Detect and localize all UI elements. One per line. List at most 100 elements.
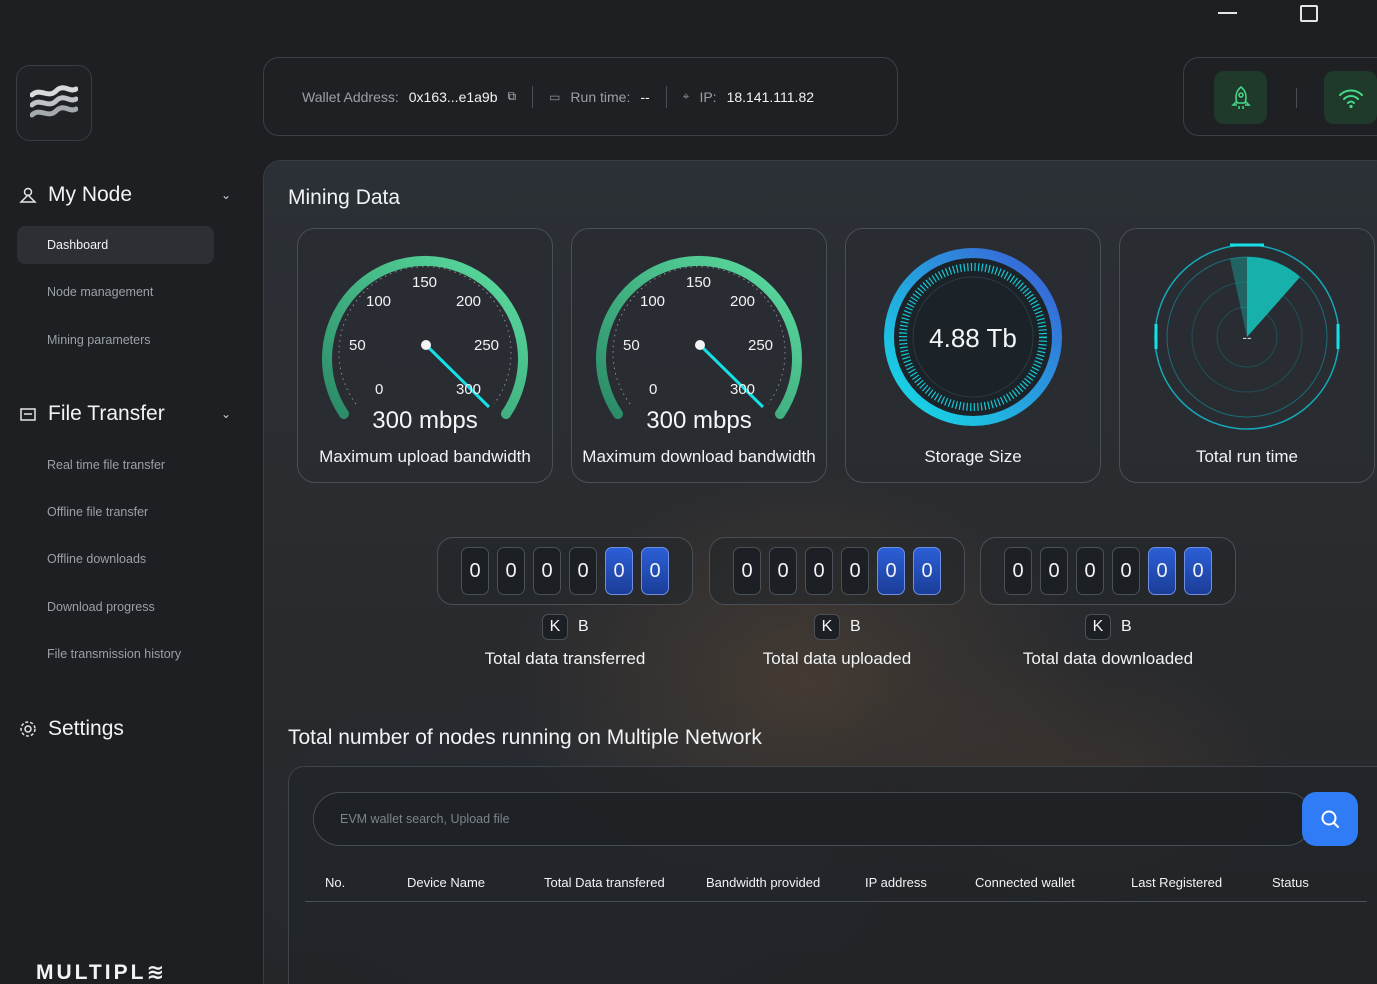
gauge-tick-label: 200 [456,293,481,310]
status-panel [1183,57,1377,136]
upload-speed-gauge: 0 50 100 150 200 250 300 [322,255,528,419]
nav-section-my-node[interactable]: My Node ⌄ [18,183,233,207]
unit-b: B [578,618,589,635]
gauge-tick-label: 200 [730,293,755,310]
window-maximize-button[interactable] [1300,5,1318,22]
nav-section-label: My Node [48,183,133,206]
runtime-value: -- [640,88,650,105]
column-header[interactable]: Bandwidth provided [706,875,820,890]
nodes-table-panel: No. Device Name Total Data transfered Ba… [288,766,1377,984]
clock-icon: ▭ [549,89,561,104]
app-logo [16,65,92,141]
network-status-button[interactable] [1324,71,1377,124]
gauge-tick-label: 50 [623,337,640,354]
data-downloaded-caption: Total data downloaded [1022,649,1194,668]
window-minimize-button[interactable] [1218,12,1237,14]
search-icon [1321,810,1339,828]
column-header[interactable]: No. [325,875,345,890]
ip-value: 18.141.111.82 [726,88,815,105]
upload-bandwidth-caption: Maximum upload bandwidth [319,447,531,466]
counter-digit: 0 [461,547,489,595]
gauge-tick-label: 250 [748,337,773,354]
node-icon [18,185,38,205]
data-transferred-unit: K B [542,614,589,640]
brand-text: MULTIPL [36,961,147,984]
rocket-status-button[interactable] [1214,71,1267,124]
nav-item-download-progress[interactable]: Download progress [17,588,214,626]
column-header[interactable]: Last Registered [1131,875,1222,890]
gauge-tick-label: 100 [366,293,391,310]
counter-digit: 0 [533,547,561,595]
run-time-value: -- [1242,329,1252,345]
column-header[interactable]: Status [1272,875,1309,890]
gauge-tick-label: 100 [640,293,665,310]
folder-icon [18,404,38,424]
wifi-icon [1338,89,1363,108]
ip-label: IP: [699,88,717,105]
download-bandwidth-card: 0 50 100 150 200 250 300 300 mbps Maximu… [571,228,827,483]
gear-icon [18,719,38,739]
wallet-search-input[interactable] [340,812,1240,826]
data-uploaded-caption: Total data uploaded [762,649,912,668]
runtime-label: Run time: [570,88,631,105]
counter-digit: 0 [1076,547,1104,595]
gauge-tick-label: 0 [649,381,657,398]
nav-item-offline-file-transfer[interactable]: Offline file transfer [17,493,214,531]
counter-digit: 0 [733,547,761,595]
data-downloaded-unit: K B [1085,614,1132,640]
counter-digit: 0 [913,547,941,595]
data-transferred-counter: 0 0 0 0 0 0 [437,537,693,605]
search-button[interactable] [1302,792,1358,846]
location-pin-icon: ⌖ [682,89,690,103]
storage-size-value: 4.88 Tb [929,323,1017,353]
nav-item-real-time-file-transfer[interactable]: Real time file transfer [17,446,214,484]
counter-digit: 0 [641,547,669,595]
column-header[interactable]: Total Data transfered [544,875,665,890]
wallet-label: Wallet Address: [302,88,399,105]
data-uploaded-unit: K B [814,614,861,640]
nav-section-settings[interactable]: Settings [18,717,233,741]
counter-digit: 0 [1148,547,1176,595]
run-time-caption: Total run time [1195,447,1299,466]
nav-item-offline-downloads[interactable]: Offline downloads [17,540,214,578]
counter-digit: 0 [497,547,525,595]
nav-item-mining-parameters[interactable]: Mining parameters [17,321,214,359]
table-header: No. Device Name Total Data transfered Ba… [305,862,1367,902]
column-header[interactable]: IP address [865,875,927,890]
counter-digit: 0 [841,547,869,595]
gauge-tick-label: 150 [686,274,711,291]
divider [532,85,534,108]
total-run-time-card: -- Total run time [1119,228,1375,483]
brand-wordmark: MULTIPL≋ [36,960,167,984]
gauge-tick-label: 150 [412,274,437,291]
copy-icon[interactable]: ⧉ [508,89,517,104]
counter-digit: 0 [1112,547,1140,595]
mining-data-title: Mining Data [288,186,401,209]
data-uploaded-counter: 0 0 0 0 0 0 [709,537,965,605]
nav-section-file-transfer[interactable]: File Transfer ⌄ [18,402,233,426]
download-bandwidth-value: 300 mbps [646,407,752,434]
gauge-tick-label: 250 [474,337,499,354]
counter-digit: 0 [605,547,633,595]
column-header[interactable]: Connected wallet [975,875,1075,890]
chevron-down-icon: ⌄ [220,407,231,421]
nav-item-dashboard[interactable]: Dashboard [17,226,214,264]
multiple-wave-logo-icon [30,85,78,118]
storage-size-caption: Storage Size [924,447,1022,466]
counter-digit: 0 [1004,547,1032,595]
unit-b: B [850,618,861,635]
nav-item-file-transmission-history[interactable]: File transmission history [17,635,214,673]
counter-digit: 0 [1040,547,1068,595]
node-info-bar: Wallet Address: 0x163...e1a9b ⧉ ▭ Run ti… [263,57,898,136]
data-transferred-caption: Total data transferred [484,649,646,668]
counter-digit: 0 [1184,547,1212,595]
column-header[interactable]: Device Name [407,875,485,890]
nav-section-label: File Transfer [48,402,165,425]
nav-item-node-management[interactable]: Node management [17,273,214,311]
wave-logo-icon: ≋ [146,961,168,984]
download-speed-gauge: 0 50 100 150 200 250 300 [596,255,802,419]
divider [665,85,667,108]
gauge-tick-label: 300 [456,381,481,398]
unit-b: B [1121,618,1132,635]
counter-digit: 0 [805,547,833,595]
